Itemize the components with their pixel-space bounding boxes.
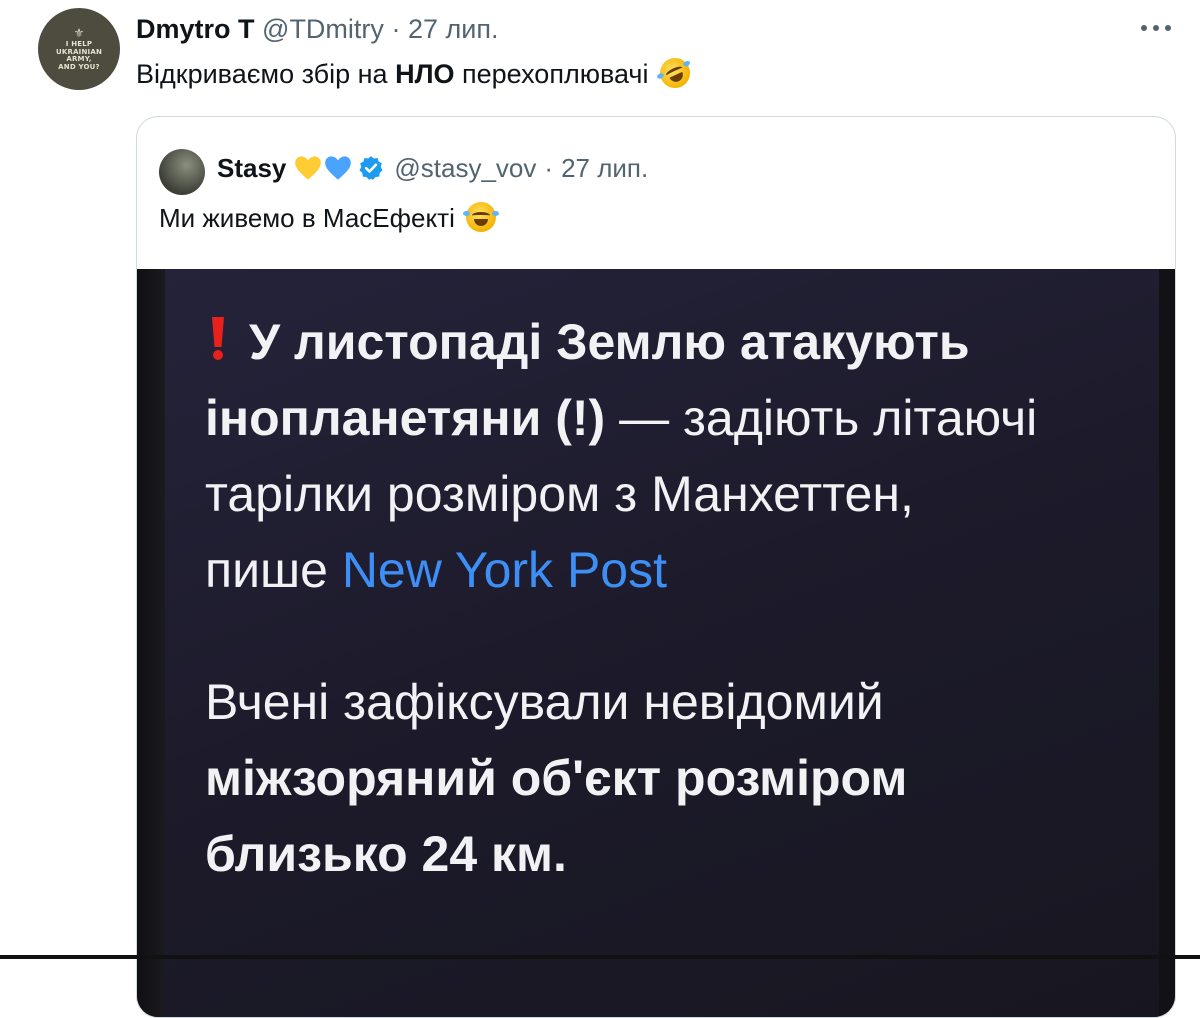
quoted-author-name[interactable]: Stasy (217, 153, 286, 183)
bottom-border (0, 955, 1200, 959)
verified-badge-icon (359, 156, 383, 180)
media-edge-left (137, 269, 165, 1017)
news-line-4-text: пише (205, 542, 342, 598)
tweet-text-bold: НЛО (395, 59, 455, 89)
quoted-tweet-text-content: Ми живемо в МасЕфекті (159, 203, 455, 233)
news-line-2-bold: інопланетяни (!) (205, 390, 606, 446)
news-line-2-rest: — задіють літаючі (605, 390, 1038, 446)
tears-of-joy-emoji-icon (463, 202, 500, 232)
avatar-slogan: I HELP UKRAINIAN ARMY, AND YOU? (55, 40, 103, 71)
quoted-tweet-date[interactable]: 27 лип. (561, 153, 648, 183)
quoted-tweet-text: Ми живемо в МасЕфекті (159, 201, 500, 235)
quoted-author-handle[interactable]: @stasy_vov (394, 153, 536, 183)
news-line-4: пише New York Post (205, 532, 1135, 608)
quoted-tweet-header: Stasy @stasy_vov · 27 лип. (217, 153, 648, 183)
author-handle[interactable]: @TDmitry (262, 14, 384, 44)
news-line-6: міжзоряний об'єкт розміром (205, 750, 908, 806)
news-line-2: інопланетяни (!) — задіють літаючі (205, 380, 1135, 456)
separator-dot: · (391, 14, 401, 44)
quoted-tweet-card[interactable]: Stasy @stasy_vov · 27 лип. Ми живемо в М… (136, 116, 1176, 1018)
news-line-1-text: У листопаді Землю атакують (249, 314, 970, 370)
new-york-post-link[interactable]: New York Post (342, 542, 667, 598)
tweet-header: Dmytro T @TDmitry · 27 лип. (136, 14, 498, 44)
author-name[interactable]: Dmytro T (136, 14, 255, 44)
quoted-media-image[interactable]: У листопаді Землю атакують інопланетяни … (137, 269, 1175, 1017)
news-line-3: тарілки розміром з Манхеттен, (205, 466, 914, 522)
more-options-icon[interactable] (1136, 10, 1176, 46)
news-line-5: Вчені зафіксували невідомий (205, 674, 884, 730)
quoted-author-avatar[interactable] (159, 149, 205, 195)
red-exclamation-icon (212, 317, 224, 360)
media-edge-right (1159, 269, 1175, 1017)
rolling-laughing-emoji-icon (655, 53, 695, 93)
news-line-7: близько 24 км. (205, 826, 567, 882)
news-screenshot-card: У листопаді Землю атакують інопланетяни … (165, 269, 1159, 1017)
yellow-heart-icon (295, 156, 322, 180)
tweet-text: Відкриваємо збір на НЛО перехоплювачі (136, 53, 695, 93)
tweet-text-before: Відкриваємо збір на (136, 59, 396, 89)
news-post-text: У листопаді Землю атакують інопланетяни … (205, 304, 1135, 892)
author-avatar[interactable]: ⚜ I HELP UKRAINIAN ARMY, AND YOU? (38, 8, 120, 90)
news-line-1: У листопаді Землю атакують (205, 304, 1135, 380)
trident-icon: ⚜ (73, 26, 85, 40)
quoted-separator-dot: · (544, 153, 554, 183)
tweet-date[interactable]: 27 лип. (408, 14, 499, 44)
tweet-text-after: перехоплювачі (454, 59, 649, 89)
blue-heart-icon (325, 156, 352, 180)
